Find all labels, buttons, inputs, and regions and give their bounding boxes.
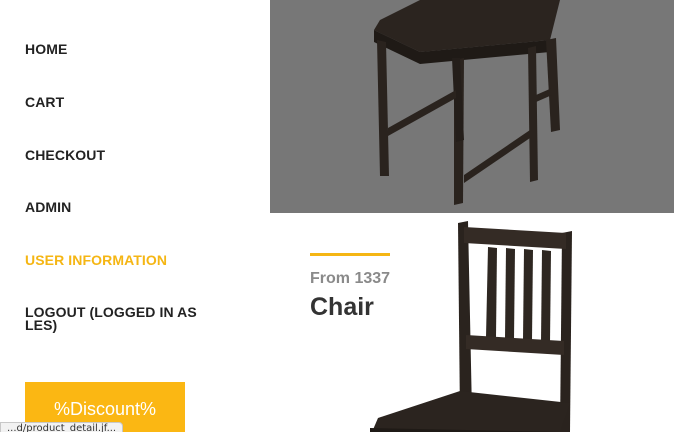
status-bar: ...d/product_detail.jf... [0,422,124,432]
nav-item-checkout[interactable]: CHECKOUT [25,148,105,162]
product-card[interactable]: From 1337 Chair [270,213,674,432]
chair-image [370,221,572,432]
nav-item-admin[interactable]: ADMIN [25,200,71,214]
page: HOME CART CHECKOUT ADMIN USER INFORMATIO… [0,0,683,432]
nav-item-user-information[interactable]: USER INFORMATION [25,253,167,267]
chair-image [374,0,560,205]
sidebar: HOME CART CHECKOUT ADMIN USER INFORMATIO… [0,0,250,432]
product-card-hover-image[interactable] [270,0,674,213]
nav-item-logout[interactable]: LOGOUT (LOGGED IN AS LES) [25,305,205,332]
nav-item-cart[interactable]: CART [25,95,64,109]
nav-item-home[interactable]: HOME [25,42,67,56]
